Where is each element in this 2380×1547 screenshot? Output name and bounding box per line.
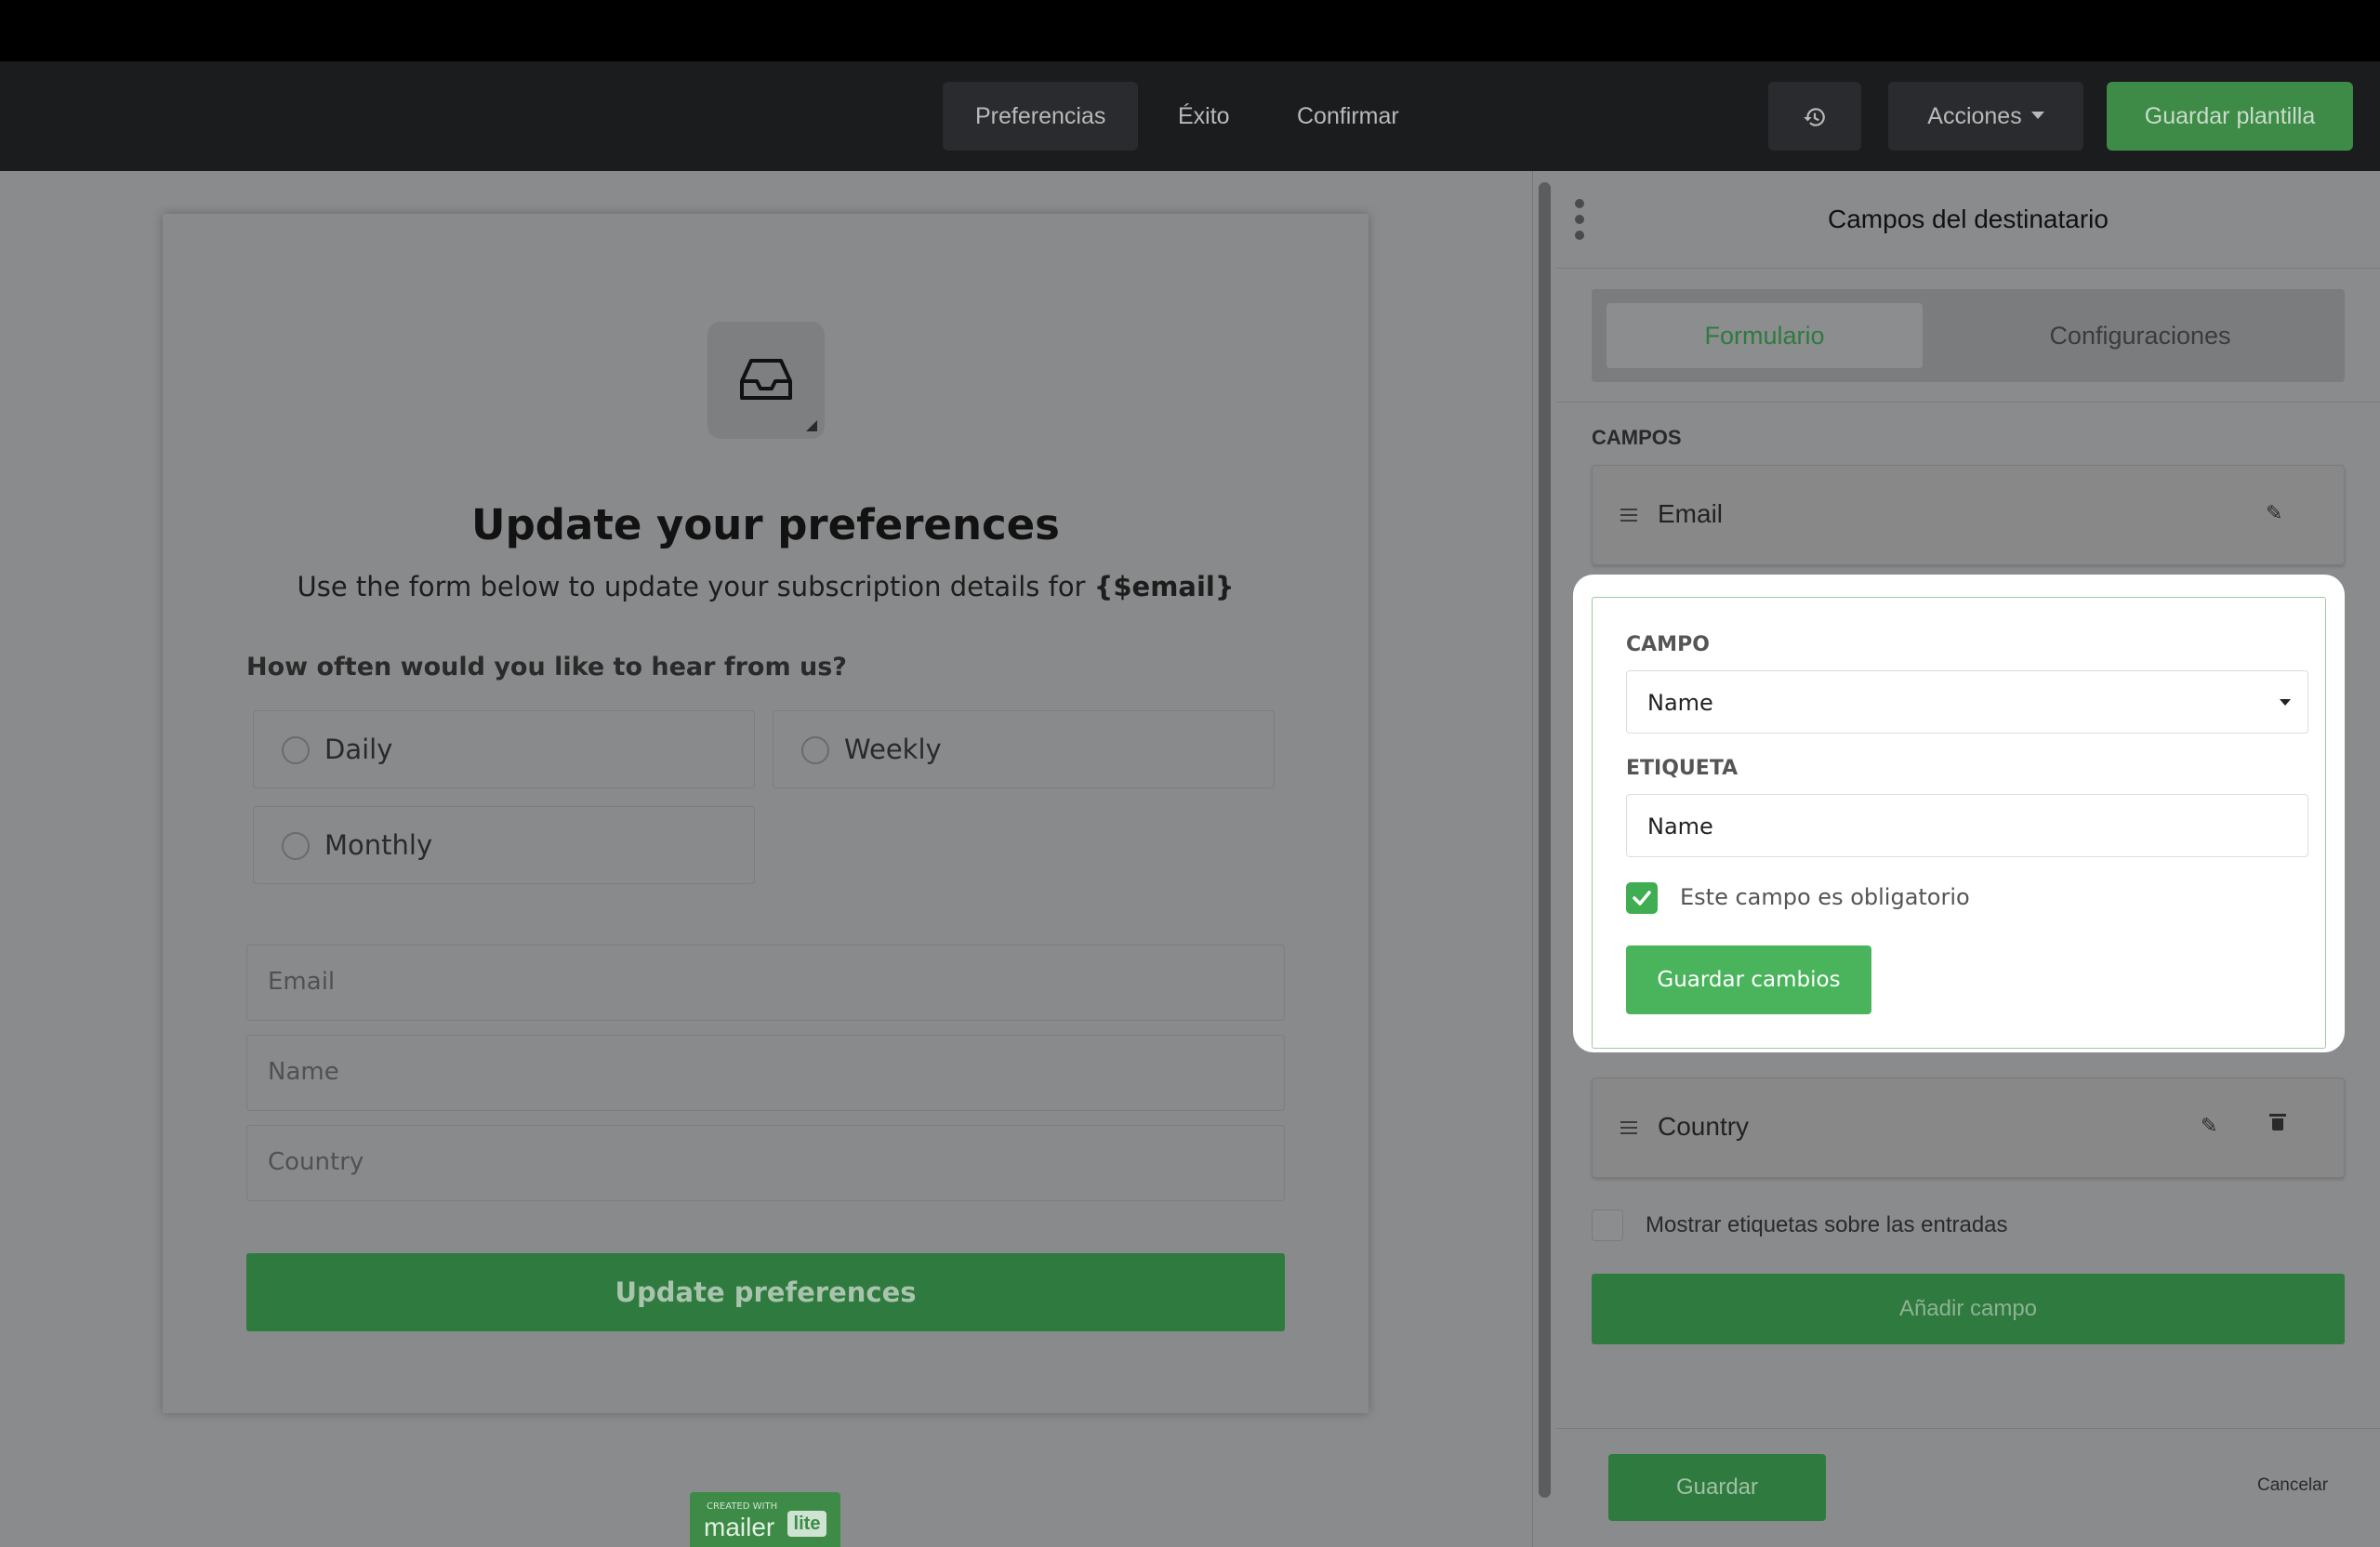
trash-icon[interactable]	[2269, 1114, 2286, 1130]
radio-label: Weekly	[844, 734, 942, 765]
fields-heading: CAMPOS	[1592, 426, 1682, 449]
update-preferences-button[interactable]: Update preferences	[246, 1253, 1285, 1331]
etiqueta-label: ETIQUETA	[1626, 757, 1739, 780]
campo-selected-value: Name	[1647, 690, 1713, 716]
radio-circle[interactable]	[801, 736, 829, 764]
field-placeholder: Name	[268, 1058, 339, 1086]
panel-tabs: Formulario Configuraciones	[1592, 289, 2345, 382]
badge-lite: lite	[787, 1511, 826, 1537]
actions-dropdown[interactable]: Acciones	[1888, 82, 2083, 151]
pencil-icon[interactable]: ✎	[2201, 1114, 2217, 1138]
field-placeholder: Country	[268, 1148, 364, 1176]
form-subtitle: Use the form below to update your subscr…	[297, 571, 1235, 602]
panel-title: Campos del destinatario	[1828, 205, 2109, 233]
tab-configuraciones[interactable]: Configuraciones	[1982, 303, 2298, 368]
radio-circle[interactable]	[282, 736, 310, 764]
preview-canvas: Update your preferences Use the form bel…	[0, 171, 1532, 1547]
radio-circle[interactable]	[282, 832, 310, 860]
campo-select[interactable]: Name	[1626, 670, 2308, 734]
form-title: Update your preferences	[471, 500, 1060, 549]
scrollbar-thumb[interactable]	[1539, 182, 1551, 1498]
email-variable: {$email}	[1093, 571, 1235, 602]
tab-formulario[interactable]: Formulario	[1606, 303, 1923, 368]
mailerlite-badge[interactable]: CREATED WITH mailer lite	[690, 1492, 840, 1547]
radio-option-monthly[interactable]: Monthly	[253, 806, 755, 884]
etiqueta-input[interactable]: Name	[1626, 794, 2308, 857]
save-changes-button[interactable]: Guardar cambios	[1626, 945, 1871, 1014]
field-row-label: Country	[1658, 1112, 1750, 1141]
required-checkbox[interactable]	[1626, 882, 1658, 914]
radio-label: Daily	[324, 734, 393, 765]
history-icon	[1804, 108, 1825, 127]
show-labels-label: Mostrar etiquetas sobre las entradas	[1646, 1212, 2008, 1237]
etiqueta-value: Name	[1647, 813, 1713, 840]
window-top-bar	[0, 0, 2380, 61]
add-field-button[interactable]: Añadir campo	[1592, 1274, 2345, 1344]
tab-confirmar[interactable]: Confirmar	[1264, 82, 1432, 151]
inbox-icon	[740, 359, 792, 400]
image-block[interactable]	[707, 322, 825, 439]
field-placeholder: Email	[268, 968, 336, 996]
pencil-icon[interactable]: ✎	[2266, 501, 2282, 525]
badge-caption: CREATED WITH	[707, 1501, 778, 1512]
divider	[1556, 1428, 2380, 1429]
badge-brand: mailer	[704, 1513, 775, 1541]
save-button[interactable]: Guardar	[1608, 1454, 1826, 1521]
field-editor-highlight: CAMPO Name ETIQUETA Name Este campo es o…	[1573, 575, 2345, 1052]
country-field[interactable]: Country	[246, 1125, 1285, 1201]
field-row-email[interactable]: Email ✎	[1592, 465, 2345, 565]
frequency-question: How often would you like to hear from us…	[246, 653, 847, 681]
divider	[1556, 402, 2380, 403]
field-editor: CAMPO Name ETIQUETA Name Este campo es o…	[1592, 597, 2326, 1049]
chevron-down-icon	[2280, 699, 2291, 706]
check-icon	[1633, 891, 1651, 906]
drag-handle-icon[interactable]	[1620, 509, 1637, 525]
actions-label: Acciones	[1927, 103, 2022, 129]
history-button[interactable]	[1768, 82, 1861, 151]
name-field[interactable]: Name	[246, 1035, 1285, 1111]
chevron-down-icon	[2030, 112, 2044, 120]
email-field[interactable]: Email	[246, 945, 1285, 1021]
preferences-form-card: Update your preferences Use the form bel…	[163, 214, 1368, 1413]
divider	[1556, 268, 2380, 269]
field-row-label: Email	[1658, 499, 1724, 528]
radio-option-daily[interactable]: Daily	[253, 710, 755, 788]
radio-label: Monthly	[324, 829, 433, 861]
show-labels-checkbox[interactable]	[1592, 1210, 1623, 1241]
save-template-button[interactable]: Guardar plantilla	[2107, 82, 2353, 151]
field-row-country[interactable]: Country ✎	[1592, 1078, 2345, 1178]
radio-option-weekly[interactable]: Weekly	[773, 710, 1275, 788]
drag-handle-icon[interactable]	[1620, 1121, 1637, 1138]
tab-exito[interactable]: Éxito	[1145, 82, 1263, 151]
required-label: Este campo es obligatorio	[1680, 884, 1970, 910]
tab-preferencias[interactable]: Preferencias	[943, 82, 1139, 151]
campo-label: CAMPO	[1626, 633, 1710, 656]
cancel-link[interactable]: Cancelar	[2257, 1475, 2328, 1496]
editor-toolbar: Preferencias Éxito Confirmar Acciones Gu…	[0, 61, 2380, 171]
resize-handle-icon[interactable]	[806, 420, 817, 431]
